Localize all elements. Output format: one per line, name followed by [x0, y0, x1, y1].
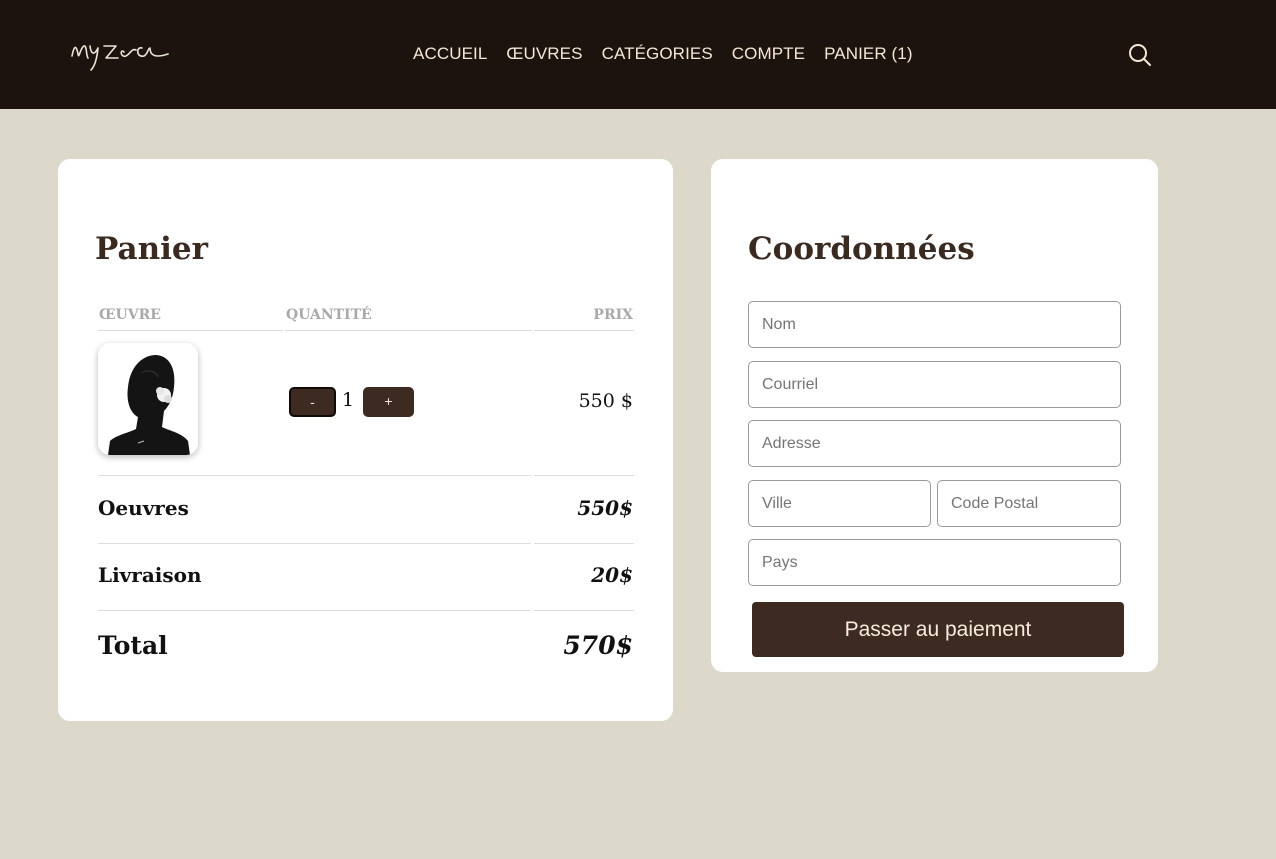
nav-compte[interactable]: COMPTE — [732, 44, 805, 64]
summary-livraison-value: 20$ — [591, 563, 633, 587]
divider — [534, 475, 634, 476]
artwork-thumbnail[interactable] — [98, 343, 198, 455]
contact-title: Coordonnées — [748, 231, 975, 267]
column-header-quantite: QUANTITÉ — [286, 307, 372, 323]
summary-oeuvres-label: Oeuvres — [98, 496, 189, 520]
summary-total-value: 570$ — [563, 631, 633, 660]
divider — [98, 543, 531, 544]
item-price: 550 $ — [578, 390, 633, 412]
divider — [534, 610, 634, 611]
quantity-value: 1 — [342, 389, 355, 411]
nav-panier[interactable]: PANIER (1) — [824, 44, 913, 64]
divider — [98, 475, 531, 476]
quantity-decrease-button[interactable]: - — [289, 387, 336, 417]
address-field[interactable] — [748, 420, 1121, 467]
summary-livraison-label: Livraison — [98, 563, 202, 587]
brand-logo[interactable] — [64, 26, 180, 78]
cart-panel: Panier ŒUVRE QUANTITÉ PRIX - 1 + 550 $ O… — [58, 159, 673, 721]
name-field[interactable] — [748, 301, 1121, 348]
search-icon[interactable] — [1127, 42, 1153, 68]
divider — [534, 330, 634, 331]
column-header-oeuvre: ŒUVRE — [99, 307, 161, 323]
divider — [534, 543, 634, 544]
cart-title: Panier — [95, 231, 208, 267]
summary-total-label: Total — [98, 631, 168, 660]
postal-code-field[interactable] — [937, 480, 1121, 527]
quantity-increase-button[interactable]: + — [363, 387, 414, 417]
divider — [98, 610, 531, 611]
city-field[interactable] — [748, 480, 931, 527]
main-nav: ACCUEIL ŒUVRES CATÉGORIES COMPTE PANIER … — [413, 44, 913, 64]
column-header-prix: PRIX — [593, 307, 633, 323]
country-field[interactable] — [748, 539, 1121, 586]
summary-oeuvres-value: 550$ — [577, 496, 633, 520]
email-field[interactable] — [748, 361, 1121, 408]
nav-oeuvres[interactable]: ŒUVRES — [506, 44, 582, 64]
site-header: ACCUEIL ŒUVRES CATÉGORIES COMPTE PANIER … — [0, 0, 1276, 109]
divider — [285, 330, 532, 331]
contact-panel: Coordonnées Passer au paiement — [711, 159, 1158, 672]
checkout-button[interactable]: Passer au paiement — [752, 602, 1124, 657]
divider — [98, 330, 283, 331]
nav-accueil[interactable]: ACCUEIL — [413, 44, 487, 64]
nav-categories[interactable]: CATÉGORIES — [602, 44, 713, 64]
